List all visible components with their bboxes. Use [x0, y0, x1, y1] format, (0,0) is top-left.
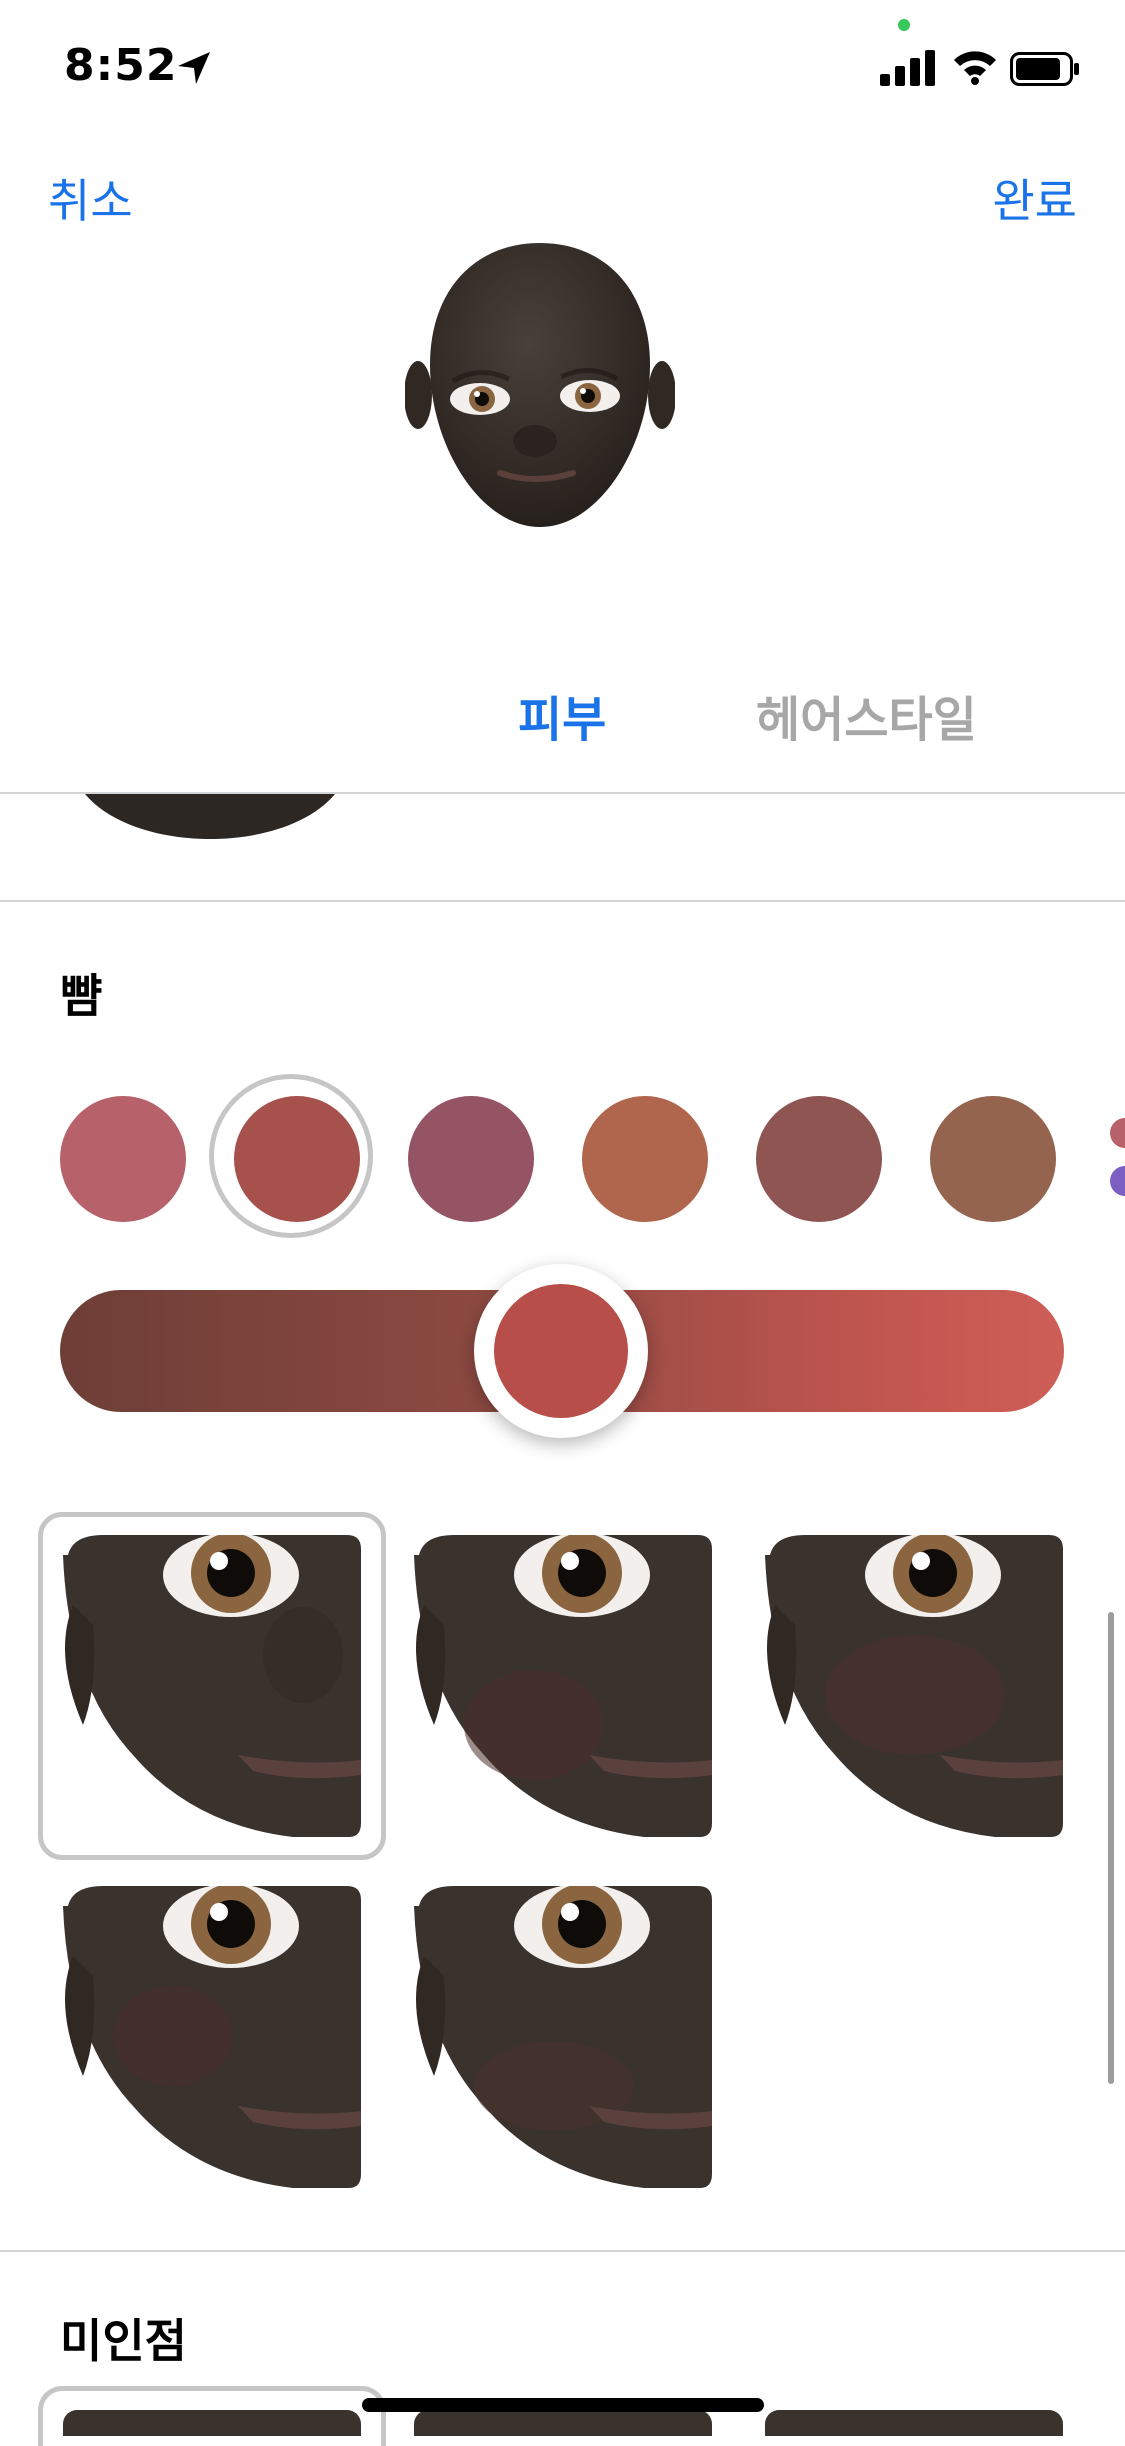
cheek-option[interactable] — [414, 1535, 712, 1837]
done-button[interactable]: 완료 — [992, 165, 1077, 231]
memoji-avatar-preview — [405, 243, 675, 527]
cheek-option[interactable] — [414, 1886, 712, 2188]
cheek-color-swatch[interactable] — [408, 1096, 534, 1222]
cellular-signal-icon — [880, 50, 935, 86]
cheek-color-swatch-partial[interactable] — [1110, 1118, 1125, 1148]
cheek-option-none[interactable] — [63, 1535, 361, 1837]
cancel-button[interactable]: 취소 — [48, 165, 133, 231]
slider-thumb-color — [494, 1284, 628, 1418]
scrollbar[interactable] — [1108, 1612, 1114, 2084]
tab-skin[interactable]: 피부 — [518, 680, 606, 750]
cheek-color-swatch[interactable] — [60, 1096, 186, 1222]
cheek-color-swatch[interactable] — [930, 1096, 1056, 1222]
beauty-mark-option-partial[interactable] — [63, 2410, 361, 2436]
divider — [0, 2250, 1125, 2252]
home-indicator[interactable] — [362, 2398, 764, 2412]
cheek-option[interactable] — [765, 1535, 1063, 1837]
status-time: 8:52 — [64, 40, 178, 91]
tab-hairstyle[interactable]: 헤어스타일 — [756, 680, 977, 750]
beauty-mark-option-partial[interactable] — [414, 2410, 712, 2436]
cheek-color-swatch-partial[interactable] — [1110, 1166, 1125, 1196]
cheek-color-swatch[interactable] — [756, 1096, 882, 1222]
head-shape-option-partial[interactable] — [75, 794, 345, 842]
camera-in-use-dot — [898, 19, 910, 31]
wifi-icon — [954, 51, 996, 85]
cheek-option[interactable] — [63, 1886, 361, 2188]
slider-thumb[interactable] — [474, 1264, 648, 1438]
cheek-color-swatch[interactable] — [582, 1096, 708, 1222]
section-title-cheeks: 뺨 — [60, 969, 103, 1023]
divider — [0, 900, 1125, 902]
section-title-beauty-mark: 미인점 — [60, 2314, 187, 2368]
beauty-mark-option-partial[interactable] — [765, 2410, 1063, 2436]
location-arrow-icon — [178, 52, 210, 84]
cheek-color-swatch-selected[interactable] — [234, 1096, 360, 1222]
battery-icon — [1010, 52, 1079, 86]
